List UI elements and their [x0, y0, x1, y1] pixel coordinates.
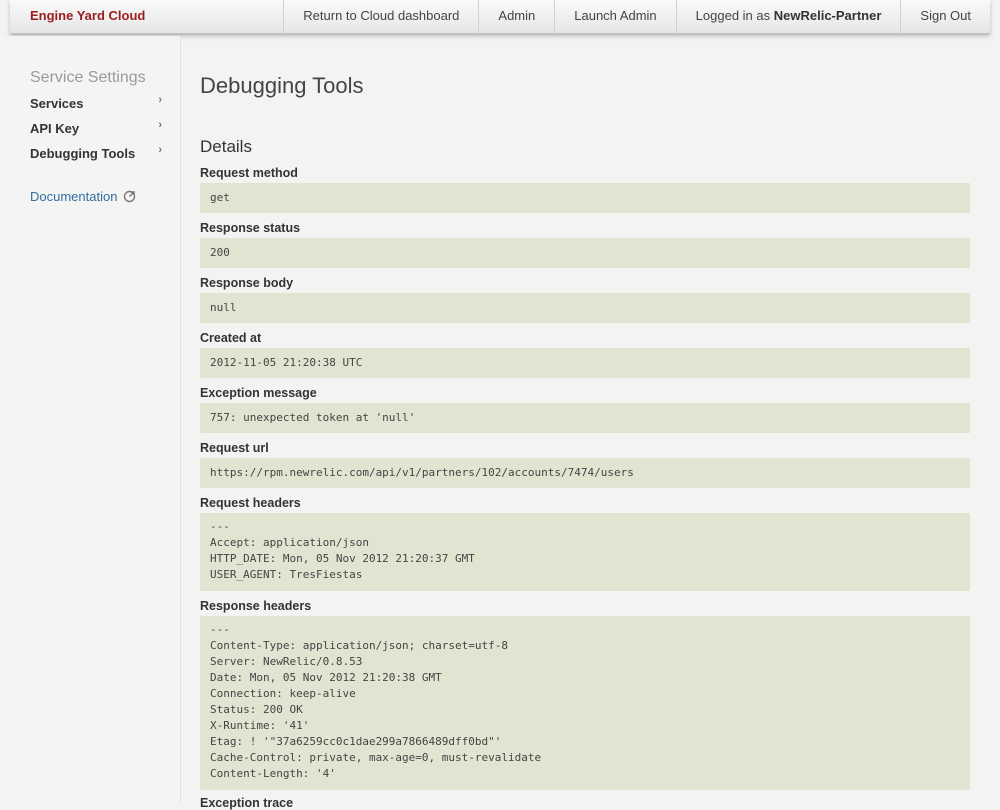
chevron-right-icon: ›	[158, 119, 162, 131]
page-title: Debugging Tools	[200, 73, 364, 98]
sidebar: Service Settings Services › API Key › De…	[0, 36, 181, 804]
field-label: Exception message	[200, 386, 317, 400]
sidebar-item-debugging-tools[interactable]: Debugging Tools ›	[30, 144, 162, 166]
field-value: null	[200, 293, 970, 323]
field-label: Exception trace	[200, 796, 294, 810]
documentation-link[interactable]: Documentation	[30, 189, 136, 204]
field-value: get	[200, 183, 970, 213]
field-value: --- Content-Type: application/json; char…	[200, 616, 970, 790]
field-label: Response headers	[200, 599, 312, 613]
field-label: Created at	[200, 331, 262, 345]
field-label: Request headers	[200, 496, 301, 510]
top-navigation-bar: Engine Yard Cloud Return to Cloud dashbo…	[10, 0, 990, 34]
brand-logo-text[interactable]: Engine Yard Cloud	[10, 0, 283, 33]
field-label: Response body	[200, 276, 294, 290]
sidebar-title: Service Settings	[30, 69, 146, 86]
field-label: Request method	[200, 166, 298, 180]
admin-link[interactable]: Admin	[478, 0, 554, 33]
sign-out-link[interactable]: Sign Out	[900, 0, 990, 33]
field-value: 200	[200, 238, 970, 268]
field-value: 757: unexpected token at 'null'	[200, 403, 970, 433]
logged-in-user[interactable]: Logged in as NewRelic-Partner	[675, 0, 901, 33]
logged-in-prefix: Logged in as	[695, 8, 774, 23]
field-value: 2012-11-05 21:20:38 UTC	[200, 348, 970, 378]
sidebar-item-label: Services	[30, 96, 84, 111]
field-value: --- Accept: application/json HTTP_DATE: …	[200, 513, 970, 591]
sidebar-item-api-key[interactable]: API Key ›	[30, 119, 162, 141]
documentation-label: Documentation	[30, 189, 118, 204]
chevron-right-icon: ›	[158, 94, 162, 106]
field-label: Response status	[200, 221, 301, 235]
field-value: https://rpm.newrelic.com/api/v1/partners…	[200, 458, 970, 488]
chevron-right-icon: ›	[158, 144, 162, 156]
sidebar-item-label: API Key	[30, 121, 80, 136]
logged-in-username: NewRelic-Partner	[773, 8, 882, 23]
sidebar-item-services[interactable]: Services ›	[30, 94, 162, 116]
top-nav-links: Return to Cloud dashboard Admin Launch A…	[283, 0, 990, 33]
field-label: Request url	[200, 441, 269, 455]
details-heading: Details	[200, 137, 252, 156]
external-link-icon	[123, 190, 136, 203]
launch-admin-link[interactable]: Launch Admin	[554, 0, 675, 33]
sidebar-item-label: Debugging Tools	[30, 146, 136, 161]
return-to-dashboard-link[interactable]: Return to Cloud dashboard	[283, 0, 478, 33]
